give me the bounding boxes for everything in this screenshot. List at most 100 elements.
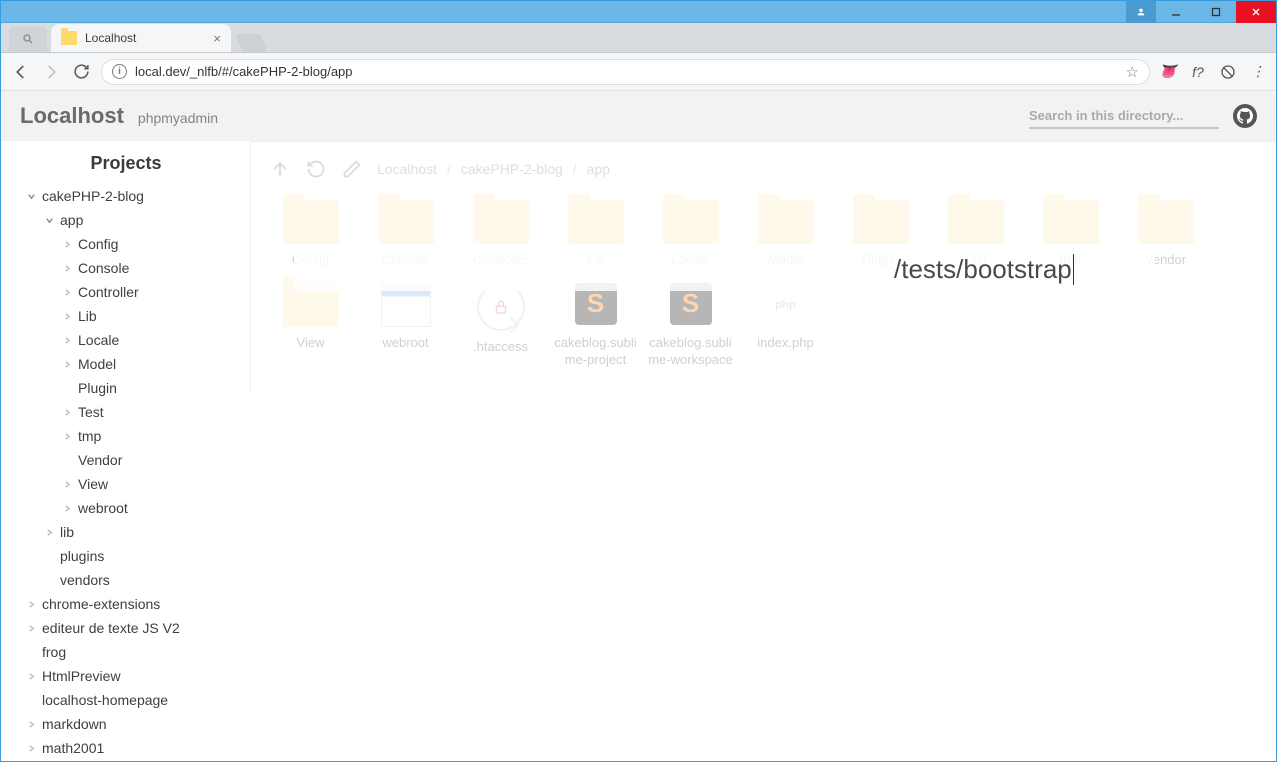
folder-icon — [283, 200, 339, 244]
folder-icon — [663, 200, 719, 244]
file-item[interactable]: .htaccess — [453, 279, 548, 379]
chevron-right-icon[interactable] — [24, 600, 38, 609]
file-item[interactable]: Scakeblog.sublime-project — [548, 279, 643, 379]
tree-item[interactable]: lib — [2, 520, 250, 544]
close-button[interactable] — [1236, 1, 1276, 23]
chevron-down-icon[interactable] — [24, 192, 38, 201]
chevron-right-icon[interactable] — [60, 504, 74, 513]
directory-search-input[interactable] — [1029, 104, 1219, 129]
chevron-right-icon[interactable] — [60, 288, 74, 297]
tree-item[interactable]: Controller — [2, 280, 250, 304]
tree-item[interactable]: tmp — [2, 424, 250, 448]
chevron-down-icon[interactable] — [42, 216, 56, 225]
chevron-right-icon[interactable] — [60, 336, 74, 345]
breadcrumb-item[interactable]: app — [587, 161, 610, 177]
tree-item-label: editeur de texte JS V2 — [42, 620, 180, 636]
address-bar[interactable]: i ☆ — [101, 59, 1150, 85]
chevron-right-icon[interactable] — [60, 432, 74, 441]
file-label: .htaccess — [473, 339, 528, 356]
chevron-right-icon[interactable] — [24, 720, 38, 729]
file-item[interactable]: View — [263, 279, 358, 379]
tree-item[interactable]: Vendor — [2, 448, 250, 472]
tree-item[interactable]: Console — [2, 256, 250, 280]
browser-toolbar: i ☆ 👅 f? ⋮ — [1, 53, 1276, 91]
tree-item-label: localhost-homepage — [42, 692, 168, 708]
breadcrumb-item[interactable]: cakePHP-2-blog — [461, 161, 563, 177]
up-icon[interactable] — [269, 158, 291, 180]
tree-item[interactable]: cakePHP-2-blog — [2, 184, 250, 208]
reload-button[interactable] — [71, 62, 91, 82]
maximize-button[interactable] — [1196, 1, 1236, 23]
tree-item[interactable]: Config — [2, 232, 250, 256]
tree-item[interactable]: app — [2, 208, 250, 232]
browser-tab[interactable]: Localhost × — [51, 24, 231, 52]
tree-item-label: Locale — [78, 332, 119, 348]
chevron-right-icon[interactable] — [60, 312, 74, 321]
browser-menu-icon[interactable]: ⋮ — [1250, 64, 1266, 80]
back-button[interactable] — [11, 62, 31, 82]
tree-item-label: View — [78, 476, 108, 492]
file-item[interactable]: Scakeblog.sublime-workspace — [643, 279, 738, 379]
tree-item-label: math2001 — [42, 740, 104, 756]
tree-item-label: Vendor — [78, 452, 122, 468]
url-input[interactable] — [135, 64, 1118, 79]
tree-item-label: Lib — [78, 308, 97, 324]
quick-search-overlay[interactable]: /tests/bootstrap — [294, 247, 1155, 291]
github-icon[interactable] — [1233, 104, 1257, 128]
phpmyadmin-link[interactable]: phpmyadmin — [138, 110, 218, 126]
file-label: cakeblog.sublime-workspace — [647, 335, 735, 369]
tree-item[interactable]: Model — [2, 352, 250, 376]
folder-icon — [1138, 200, 1194, 244]
chevron-right-icon[interactable] — [24, 624, 38, 633]
breadcrumb-item[interactable]: Localhost — [377, 161, 437, 177]
tree-item[interactable]: Plugin — [2, 376, 250, 400]
tree-item[interactable]: View — [2, 472, 250, 496]
folder-icon — [568, 200, 624, 244]
os-titlebar — [1, 1, 1276, 23]
file-item[interactable]: webroot — [358, 279, 453, 379]
quick-search-text: /tests/bootstrap — [894, 254, 1074, 285]
extension-icon-2[interactable]: f? — [1190, 64, 1206, 80]
bookmark-star-icon[interactable]: ☆ — [1126, 63, 1139, 81]
folder-icon — [853, 200, 909, 244]
tree-item-label: HtmlPreview — [42, 668, 121, 684]
file-label: index.php — [757, 335, 813, 352]
tree-item-label: Model — [78, 356, 116, 372]
tree-item[interactable]: markdown — [2, 712, 250, 736]
tree-item-label: webroot — [78, 500, 128, 516]
tree-item[interactable]: Lib — [2, 304, 250, 328]
file-item[interactable]: phpindex.php — [738, 279, 833, 379]
tree-item[interactable]: Test — [2, 400, 250, 424]
chevron-right-icon[interactable] — [60, 360, 74, 369]
tree-item[interactable]: vendors — [2, 568, 250, 592]
chevron-right-icon[interactable] — [42, 528, 56, 537]
chevron-right-icon[interactable] — [60, 264, 74, 273]
search-tabs-button[interactable] — [9, 26, 47, 52]
edit-icon[interactable] — [341, 158, 363, 180]
chevron-right-icon[interactable] — [60, 408, 74, 417]
extension-icon-3[interactable] — [1220, 64, 1236, 80]
chevron-right-icon[interactable] — [60, 480, 74, 489]
minimize-button[interactable] — [1156, 1, 1196, 23]
tree-item[interactable]: chrome-extensions — [2, 592, 250, 616]
refresh-icon[interactable] — [305, 158, 327, 180]
tree-item[interactable]: webroot — [2, 496, 250, 520]
tree-item[interactable]: editeur de texte JS V2 — [2, 616, 250, 640]
folder-icon — [948, 200, 1004, 244]
chevron-right-icon[interactable] — [60, 240, 74, 249]
forward-button[interactable] — [41, 62, 61, 82]
chevron-right-icon[interactable] — [24, 744, 38, 753]
extension-icon-1[interactable]: 👅 — [1160, 64, 1176, 80]
tree-item[interactable]: Locale — [2, 328, 250, 352]
chevron-right-icon[interactable] — [24, 672, 38, 681]
new-tab-button[interactable] — [235, 34, 267, 52]
tree-item[interactable]: HtmlPreview — [2, 664, 250, 688]
tree-item[interactable]: localhost-homepage — [2, 688, 250, 712]
tree-item[interactable]: frog — [2, 640, 250, 664]
tree-item[interactable]: plugins — [2, 544, 250, 568]
user-icon[interactable] — [1126, 1, 1156, 23]
close-tab-icon[interactable]: × — [213, 31, 221, 46]
tree-item[interactable]: math2001 — [2, 736, 250, 760]
folder-icon — [473, 200, 529, 244]
site-info-icon[interactable]: i — [112, 64, 127, 79]
